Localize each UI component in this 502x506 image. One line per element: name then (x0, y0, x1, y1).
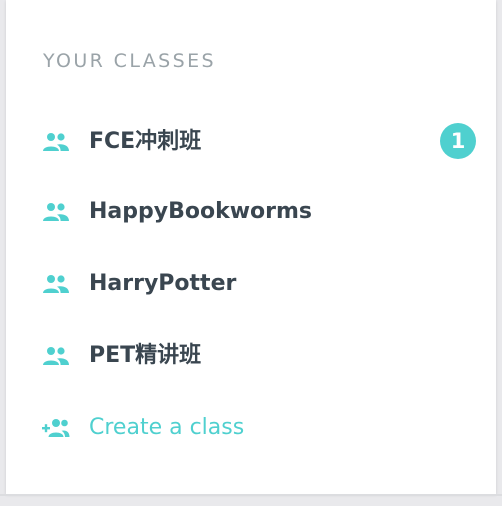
notification-badge: 1 (440, 123, 476, 159)
class-label: FCE冲刺班 (89, 129, 202, 154)
class-label: HappyBookworms (89, 199, 313, 224)
group-icon (42, 202, 70, 222)
class-item-happybookworms[interactable]: HappyBookworms (6, 189, 496, 233)
add-group-icon (42, 418, 70, 438)
section-title: YOUR CLASSES (43, 50, 216, 72)
group-icon (42, 274, 70, 294)
class-item-harrypotter[interactable]: HarryPotter (6, 261, 496, 305)
footer-divider (0, 494, 502, 496)
create-class-label: Create a class (89, 415, 245, 440)
class-label: PET精讲班 (89, 343, 202, 368)
class-item-fce[interactable]: FCE冲刺班 1 (6, 119, 496, 163)
class-item-pet[interactable]: PET精讲班 (6, 333, 496, 377)
class-label: HarryPotter (89, 271, 237, 296)
classes-panel: YOUR CLASSES FCE冲刺班 1 HappyBookworms Har… (6, 0, 496, 494)
create-class-button[interactable]: Create a class (6, 405, 496, 449)
group-icon (42, 132, 70, 152)
group-icon (42, 346, 70, 366)
